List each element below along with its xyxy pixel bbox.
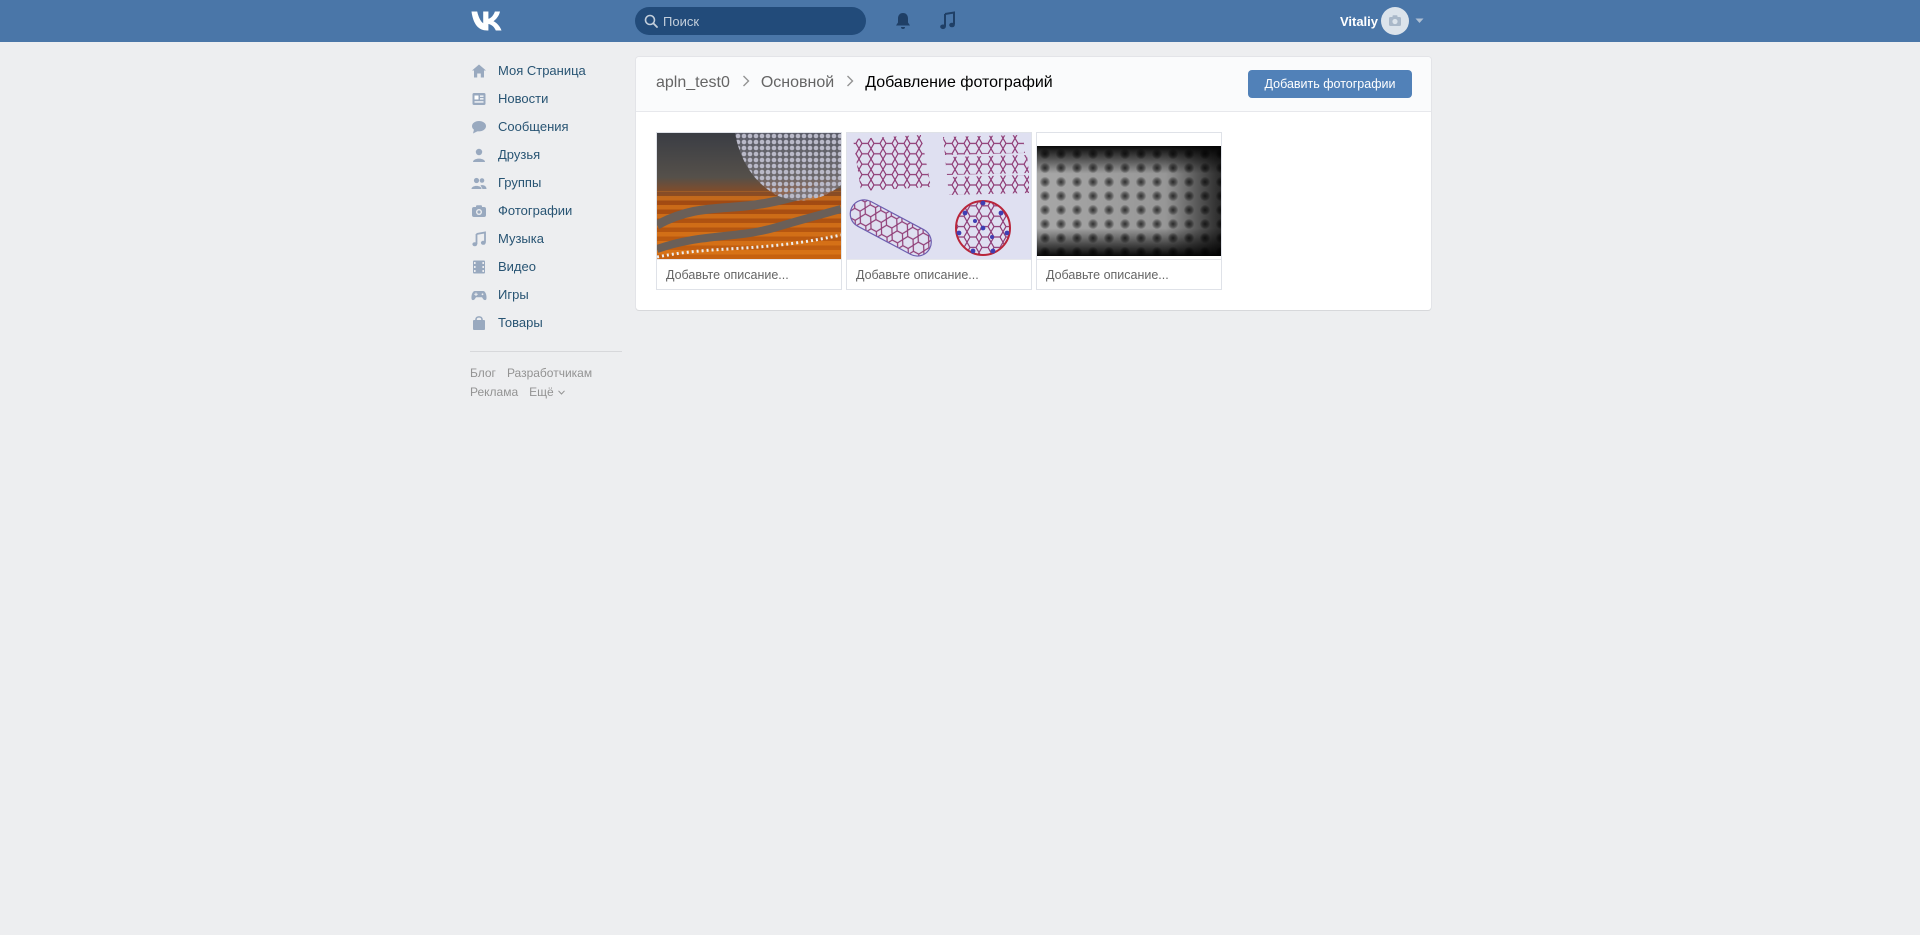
user-name: Vitaliy <box>1339 14 1378 29</box>
sidebar-item-messages[interactable]: Сообщения <box>470 113 622 141</box>
photo-description-input[interactable] <box>847 259 1031 289</box>
sidebar-item-label: Музыка <box>498 231 544 246</box>
music-note-icon <box>472 231 486 247</box>
breadcrumb-user[interactable]: apln_test0 <box>656 74 730 92</box>
user-menu[interactable]: Vitaliy <box>1320 6 1430 36</box>
footer-link-more[interactable]: Ещё <box>529 383 565 402</box>
sidebar-item-label: Моя Страница <box>498 63 586 78</box>
chevron-down-icon <box>557 390 565 396</box>
photo-description-input[interactable] <box>657 259 841 289</box>
messages-icon <box>472 121 486 134</box>
sidebar-footer-links: Блог Разработчикам Реклама Ещё <box>470 364 622 402</box>
camera-icon <box>1389 15 1401 26</box>
avatar[interactable] <box>1381 7 1409 35</box>
sidebar-item-label: Товары <box>498 315 543 330</box>
footer-link-ads[interactable]: Реклама <box>470 383 518 402</box>
breadcrumb: apln_test0 Основной Добавление фотографий <box>656 74 1053 92</box>
video-icon <box>473 260 485 274</box>
add-photos-panel: apln_test0 Основной Добавление фотографий … <box>636 57 1431 310</box>
sidebar-item-label: Новости <box>498 91 549 106</box>
sidebar-item-video[interactable]: Видео <box>470 253 622 281</box>
sidebar-item-music[interactable]: Музыка <box>470 225 622 253</box>
sidebar-item-my-page[interactable]: Моя Страница <box>470 57 622 85</box>
chevron-down-icon <box>1415 18 1424 23</box>
sidebar-item-news[interactable]: Новости <box>470 85 622 113</box>
panel-header: apln_test0 Основной Добавление фотографий … <box>636 57 1431 112</box>
photo-thumbnail[interactable] <box>847 133 1031 259</box>
sidebar-item-label: Друзья <box>498 147 541 162</box>
sidebar-item-label: Видео <box>498 259 536 274</box>
footer-link-developers[interactable]: Разработчикам <box>507 364 592 383</box>
photo-thumbnail[interactable] <box>1037 133 1221 259</box>
vk-logo-icon[interactable] <box>470 9 506 33</box>
home-icon <box>472 64 486 78</box>
notifications-bell-icon[interactable] <box>893 11 913 31</box>
chevron-right-icon <box>742 75 750 87</box>
camera-icon <box>472 205 486 217</box>
sidebar-item-label: Игры <box>498 287 529 302</box>
chevron-right-icon <box>847 75 854 87</box>
photo-thumbnail[interactable] <box>657 133 841 259</box>
photo-card <box>846 132 1032 290</box>
search-icon <box>644 14 658 28</box>
left-sidebar: Моя Страница Новости Сообщения Друзья Гр… <box>470 57 622 402</box>
breadcrumb-current: Добавление фотографий <box>865 74 1053 91</box>
sidebar-item-friends[interactable]: Друзья <box>470 141 622 169</box>
shopping-bag-icon <box>473 316 485 330</box>
photo-card <box>656 132 842 290</box>
photo-description-input[interactable] <box>1037 259 1221 289</box>
search-input[interactable] <box>663 7 858 35</box>
sidebar-item-goods[interactable]: Товары <box>470 309 622 337</box>
friends-icon <box>473 148 485 162</box>
sidebar-item-games[interactable]: Игры <box>470 281 622 309</box>
music-player-icon[interactable] <box>938 11 958 31</box>
sidebar-item-label: Сообщения <box>498 119 569 134</box>
search-box[interactable] <box>635 7 866 35</box>
footer-link-blog[interactable]: Блог <box>470 364 496 383</box>
sidebar-divider <box>470 351 622 352</box>
sidebar-item-label: Фотографии <box>498 203 573 218</box>
photo-card <box>1036 132 1222 290</box>
groups-icon <box>471 177 487 189</box>
breadcrumb-album[interactable]: Основной <box>761 74 834 92</box>
sidebar-item-label: Группы <box>498 175 542 190</box>
top-header: Vitaliy <box>0 0 1920 42</box>
news-icon <box>472 93 486 105</box>
sidebar-item-photos[interactable]: Фотографии <box>470 197 622 225</box>
gamepad-icon <box>471 291 487 301</box>
sidebar-item-groups[interactable]: Группы <box>470 169 622 197</box>
footer-link-more-label: Ещё <box>529 385 554 399</box>
add-photos-button[interactable]: Добавить фотографии <box>1248 70 1412 98</box>
